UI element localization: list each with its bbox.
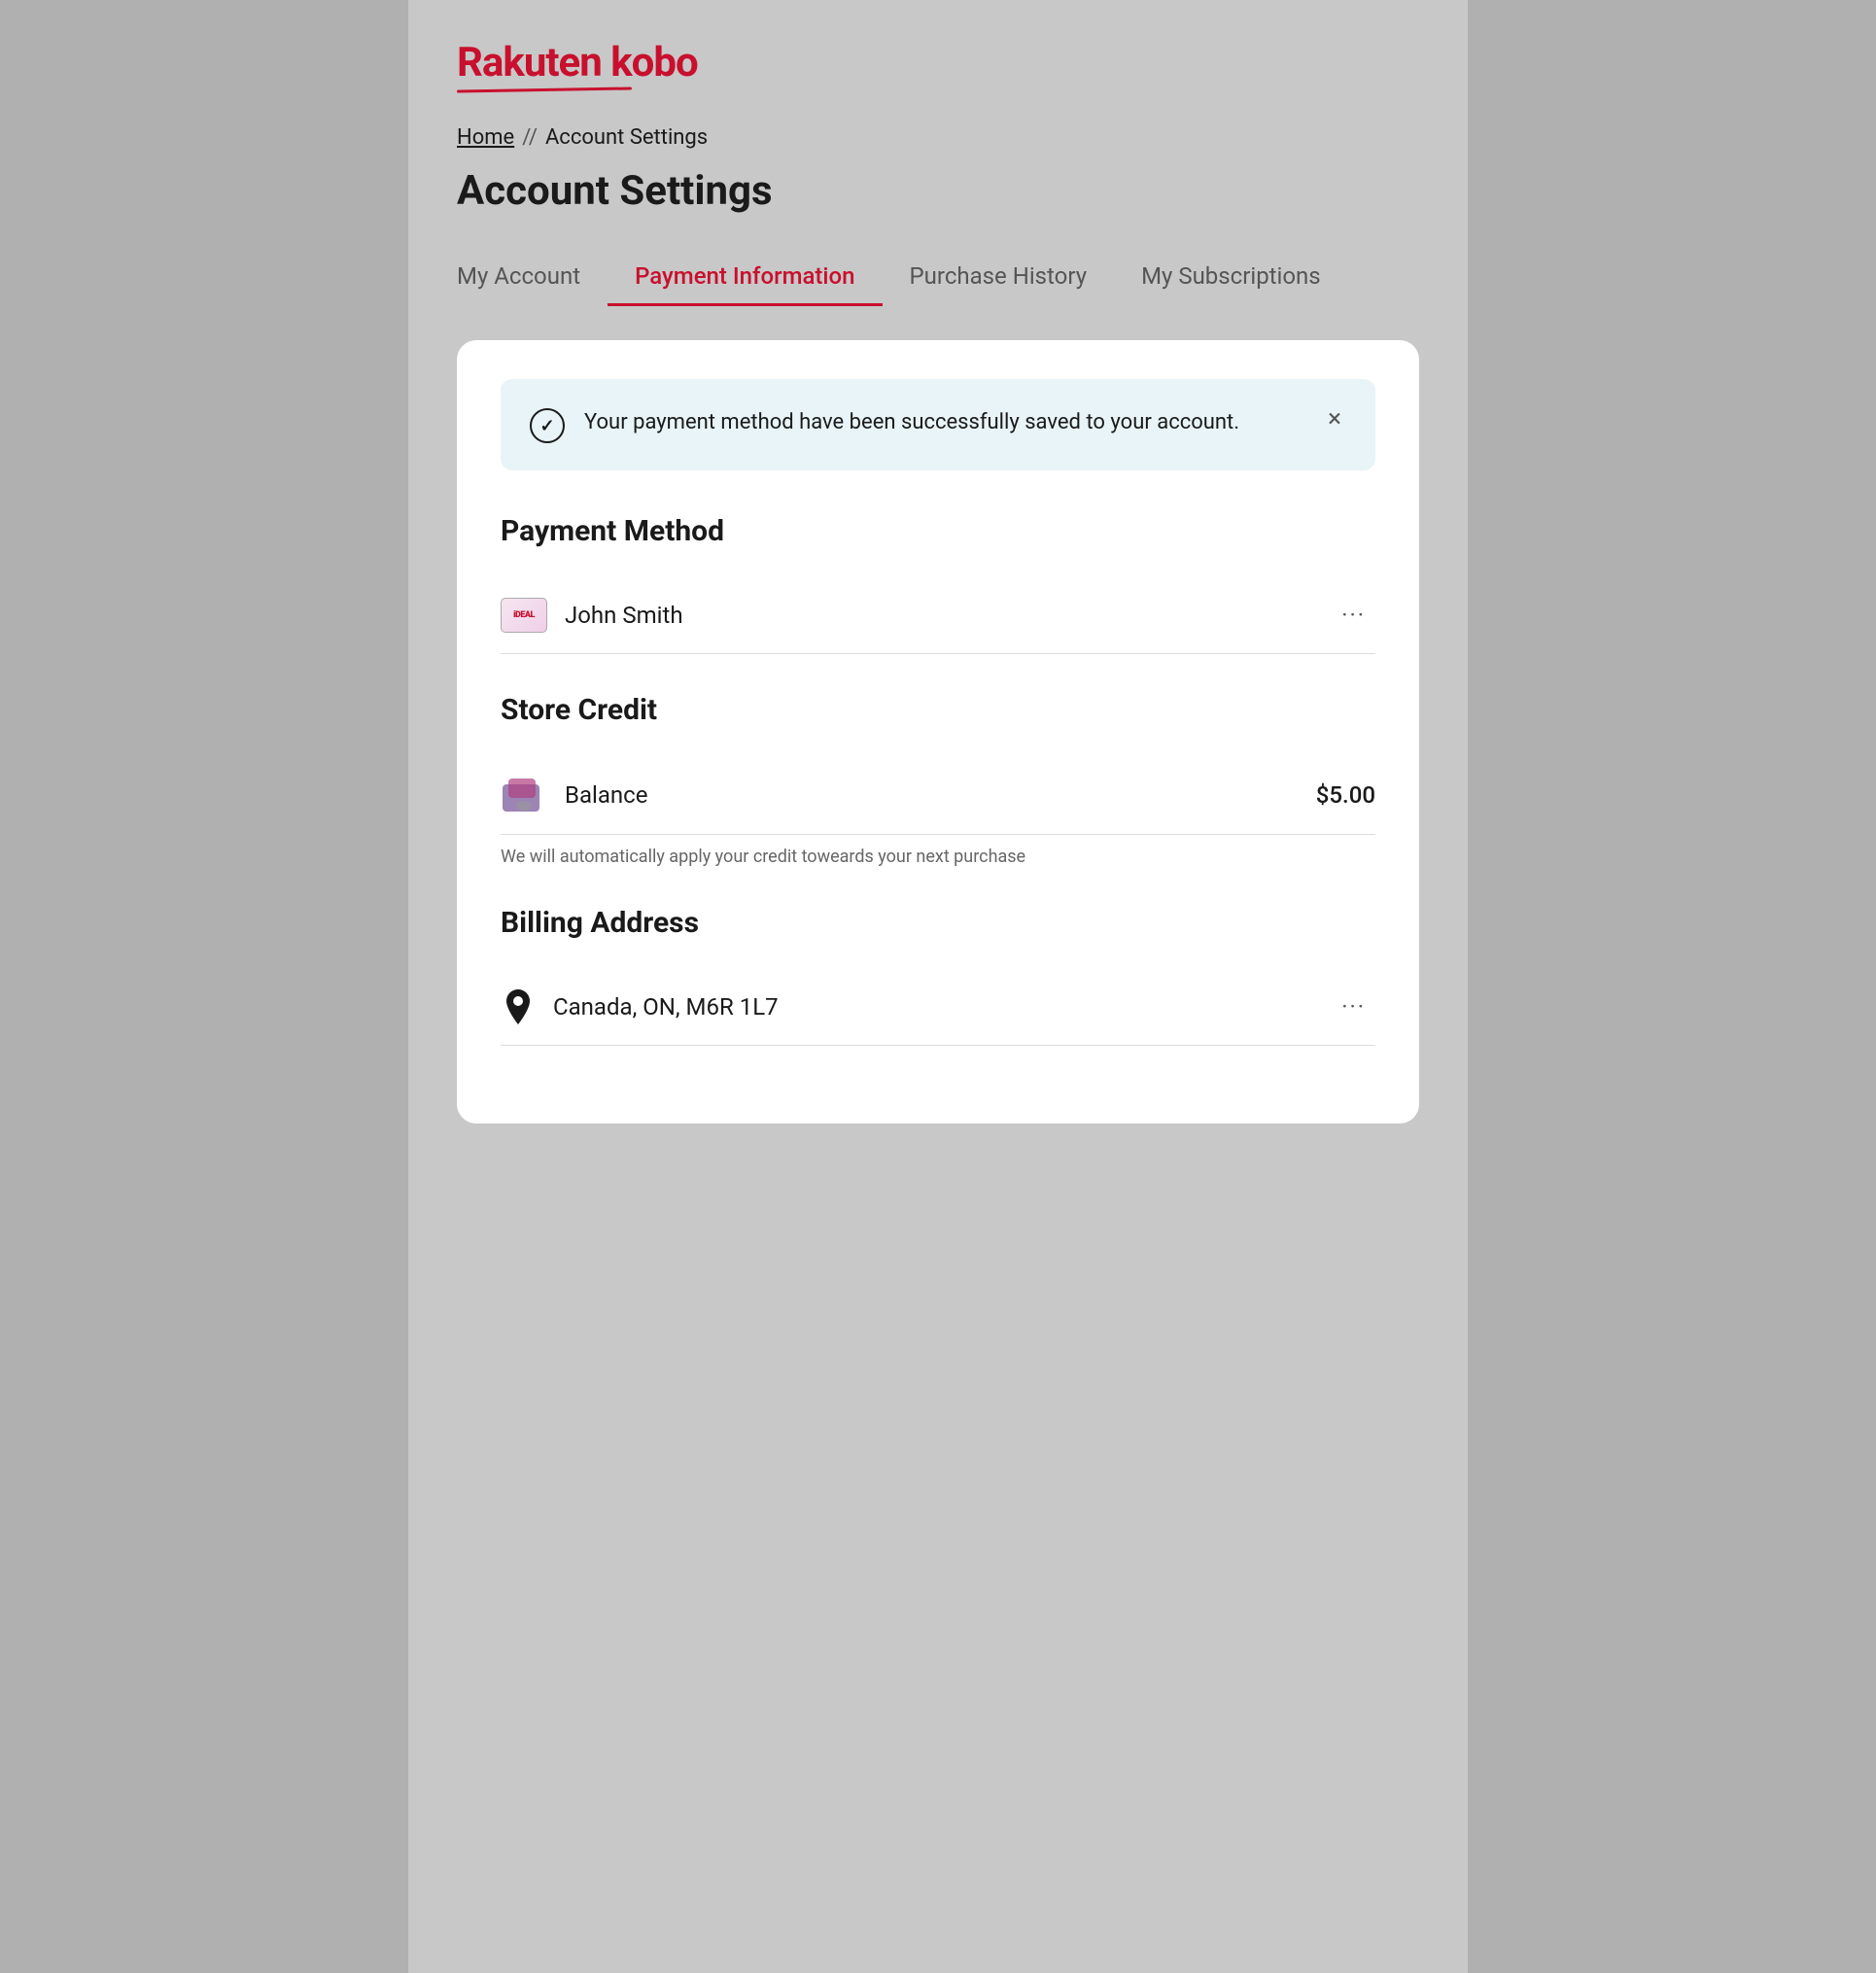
store-credit-note: We will automatically apply your credit … (501, 847, 1375, 867)
check-circle-icon (530, 408, 565, 443)
tab-my-subscriptions[interactable]: My Subscriptions (1114, 249, 1348, 306)
page-title: Account Settings (457, 167, 1419, 215)
breadcrumb: Home // Account Settings (457, 125, 1419, 150)
billing-address-title: Billing Address (501, 906, 1375, 940)
store-credit-amount: $5.00 (1316, 781, 1375, 809)
payment-more-options-button[interactable]: ··· (1332, 597, 1375, 634)
page-container: Rakuten kobo Home // Account Settings Ac… (408, 0, 1468, 1973)
breadcrumb-separator: // (522, 125, 538, 150)
tab-payment-information[interactable]: Payment Information (608, 249, 882, 306)
billing-address-section: Billing Address Canada, ON, M6R 1L7 ··· (501, 906, 1375, 1046)
logo-text: Rakuten kobo (457, 39, 1419, 91)
breadcrumb-home[interactable]: Home (457, 125, 514, 150)
payment-method-section: Payment Method iDEAL John Smith ··· (501, 514, 1375, 654)
billing-address-text: Canada, ON, M6R 1L7 (553, 993, 1314, 1021)
tab-purchase-history[interactable]: Purchase History (883, 249, 1115, 306)
alert-box: Your payment method have been successful… (501, 379, 1375, 470)
location-pin-icon (501, 989, 536, 1024)
ideal-logo-text: iDEAL (513, 610, 535, 620)
alert-message: Your payment method have been successful… (584, 406, 1303, 438)
payment-item: iDEAL John Smith ··· (501, 577, 1375, 654)
tabs-container: My Account Payment Information Purchase … (457, 249, 1419, 306)
alert-close-button[interactable]: × (1323, 406, 1346, 432)
tab-my-account[interactable]: My Account (457, 249, 608, 306)
breadcrumb-current: Account Settings (545, 125, 708, 150)
payment-method-title: Payment Method (501, 514, 1375, 548)
logo-underline (457, 87, 632, 92)
store-credit-item: Balance $5.00 (501, 756, 1375, 835)
billing-more-options-button[interactable]: ··· (1332, 988, 1375, 1025)
logo: Rakuten kobo (457, 39, 1419, 91)
store-credit-section: Store Credit Balance $5.00 We will autom… (501, 693, 1375, 867)
billing-address-item: Canada, ON, M6R 1L7 ··· (501, 969, 1375, 1046)
store-credit-label: Balance (565, 781, 1299, 809)
store-credit-icon (501, 776, 547, 814)
ideal-icon: iDEAL (501, 598, 547, 633)
payment-name: John Smith (565, 602, 1314, 629)
store-credit-title: Store Credit (501, 693, 1375, 727)
content-card: Your payment method have been successful… (457, 340, 1419, 1124)
